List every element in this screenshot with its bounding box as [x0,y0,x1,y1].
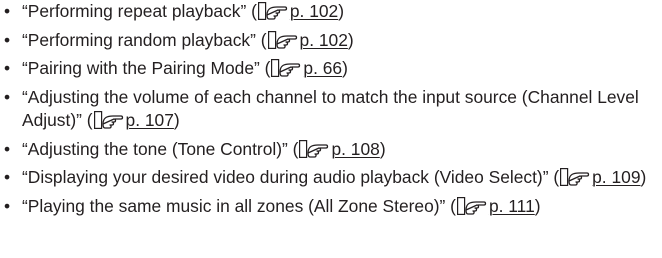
pointing-hand-icon [560,168,590,186]
item-close: ) [173,110,180,130]
list-item: • “Playing the same music in all zones (… [0,195,662,219]
bullet: • [4,86,11,107]
list-item: • “Performing random playback” ( p. 102) [0,29,662,53]
item-close: ) [342,58,348,78]
page-link[interactable]: p. 102 [290,1,338,21]
item-close: ) [640,167,647,187]
bullet: • [4,195,11,216]
page-link[interactable]: p. 107 [126,110,174,130]
bullet: • [4,29,11,50]
pointing-hand-icon [267,30,297,49]
pointing-hand-icon [299,139,329,158]
pointing-hand-icon [93,111,123,129]
page-link[interactable]: p. 66 [303,58,342,78]
item-close: ) [347,29,354,50]
item-close: ) [338,1,345,21]
bullet: • [4,1,11,21]
item-close: ) [534,195,541,216]
item-text: “Playing the same music in all zones (Al… [22,195,456,216]
list-item: • “Adjusting the tone (Tone Control)” ( p… [0,138,662,162]
item-text: “Performing random playback” ( [22,29,267,50]
list-item: • “Adjusting the volume of each channel … [0,86,662,133]
pointing-hand-icon [456,196,487,215]
page-link[interactable]: p. 109 [592,167,640,187]
item-close: ) [379,138,386,159]
page-link[interactable]: p. 102 [300,30,348,50]
pointing-hand-icon [271,59,301,77]
bullet: • [4,167,11,187]
item-text: “Performing repeat playback” ( [22,1,257,21]
list-item: • “Displaying your desired video during … [0,166,662,190]
list-item: • “Pairing with the Pairing Mode” ( p. 66… [0,57,662,81]
item-text: “Pairing with the Pairing Mode” ( [22,58,271,78]
pointing-hand-icon [257,2,288,20]
list-item: • “Performing repeat playback” ( p. 102) [0,0,662,24]
page-link[interactable]: p. 111 [489,196,535,216]
item-text: “Displaying your desired video during au… [22,167,560,187]
page-link[interactable]: p. 108 [331,139,379,159]
reference-list: • “Performing repeat playback” (p. 102) … [0,0,662,218]
bullet: • [4,58,11,78]
item-text: “Adjusting the tone (Tone Control)” ( [22,138,299,159]
bullet: • [4,138,11,159]
